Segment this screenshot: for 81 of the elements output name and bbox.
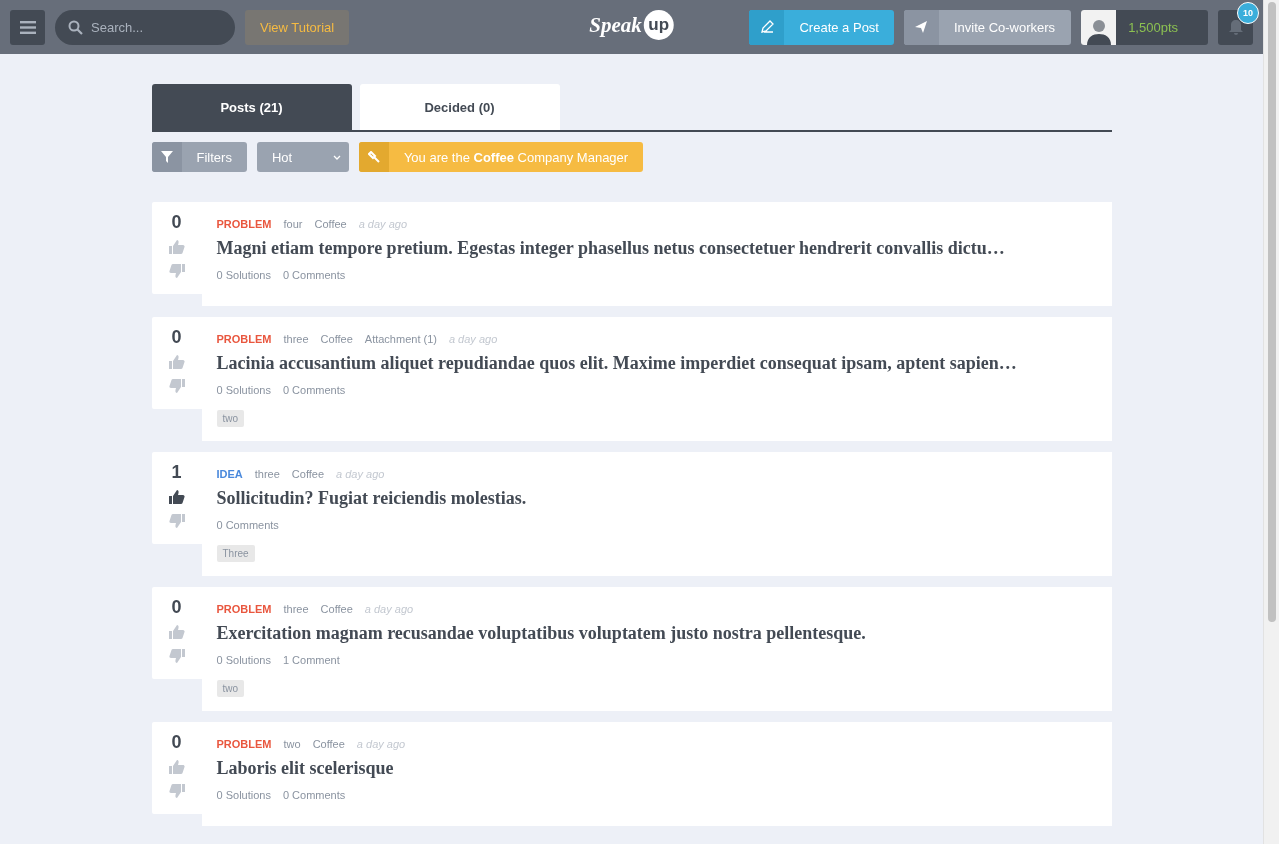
thumbs-up-icon bbox=[168, 759, 185, 775]
tab[interactable]: Decided (0) bbox=[359, 84, 560, 130]
post-meta-text: three bbox=[254, 468, 280, 480]
post-time: a day ago bbox=[356, 738, 406, 750]
post-type-label: PROBLEM bbox=[216, 603, 272, 615]
post-meta-text: Coffee bbox=[320, 333, 353, 345]
post-meta-text: Attachment (1) bbox=[364, 333, 437, 345]
post-meta-text: Coffee bbox=[314, 218, 347, 230]
post-type-label: PROBLEM bbox=[216, 738, 272, 750]
post-title[interactable]: Lacinia accusantium aliquet repudiandae quos elit. Maxime imperdiet consequat ipsam, aptent sapien… bbox=[216, 353, 1097, 374]
search-field[interactable]: Search... bbox=[55, 9, 235, 45]
post-title[interactable]: Sollicitudin? Fugiat reiciendis molestias. bbox=[216, 488, 1097, 509]
vote-count: 0 bbox=[171, 212, 182, 233]
post-stat-text: 0 Solutions bbox=[216, 654, 271, 666]
post-stat-text: 0 Comments bbox=[216, 519, 279, 531]
points-text: 1,500pts bbox=[1127, 18, 1179, 37]
vote-count: 0 bbox=[171, 597, 182, 618]
post-time: a day ago bbox=[336, 468, 385, 480]
thumbs-up-icon bbox=[168, 489, 185, 505]
thumbs-up-button[interactable] bbox=[168, 487, 185, 507]
post-type-label: PROBLEM bbox=[216, 218, 272, 230]
notification-badge: 10 bbox=[1237, 1, 1259, 24]
post-stat-text: 0 Comments bbox=[282, 789, 346, 801]
pencil-icon bbox=[760, 20, 774, 34]
thumbs-down-icon bbox=[168, 513, 185, 529]
post-stat-text: 0 Solutions bbox=[216, 269, 271, 281]
post-time: a day ago bbox=[364, 603, 414, 615]
post-meta-text: four bbox=[283, 218, 303, 230]
post-stat-text: 0 Comments bbox=[282, 269, 346, 281]
post-stat-text: 1 Comment bbox=[282, 654, 340, 666]
thumbs-down-icon bbox=[168, 783, 185, 799]
post-meta-text: Coffee bbox=[291, 468, 325, 480]
thumbs-up-icon bbox=[168, 624, 185, 640]
post-time: a day ago bbox=[448, 333, 498, 345]
vote-count: 0 bbox=[171, 327, 182, 348]
post-tag: Three bbox=[216, 545, 255, 562]
thumbs-down-button[interactable] bbox=[168, 261, 185, 281]
scrollbar[interactable] bbox=[1263, 0, 1279, 844]
thumbs-down-icon bbox=[168, 648, 185, 664]
menu-icon bbox=[19, 20, 36, 34]
paper-plane-icon bbox=[914, 20, 929, 34]
post-meta-text: two bbox=[283, 738, 301, 750]
funnel-icon bbox=[160, 151, 173, 163]
thumbs-up-icon bbox=[168, 239, 185, 255]
thumbs-up-button[interactable] bbox=[168, 352, 185, 372]
thumbs-down-icon bbox=[168, 263, 185, 279]
thumbs-up-button[interactable] bbox=[168, 757, 185, 777]
logo-bubble: up bbox=[643, 10, 674, 40]
vote-count: 1 bbox=[171, 462, 182, 483]
logo-text: Speak bbox=[589, 12, 642, 38]
post-type-label: PROBLEM bbox=[216, 333, 272, 345]
post-title[interactable]: Magni etiam tempore pretium. Egestas integer phasellus netus consectetuer hendrerit convallis dictu… bbox=[216, 238, 1097, 259]
search-icon bbox=[68, 19, 83, 35]
profile-button[interactable]: 1,500pts bbox=[1081, 9, 1208, 45]
menu-button[interactable] bbox=[10, 9, 45, 45]
thumbs-down-icon bbox=[168, 378, 185, 394]
thumbs-up-button[interactable] bbox=[168, 622, 185, 642]
vote-count: 0 bbox=[171, 732, 182, 753]
post-title[interactable]: Exercitation magnam recusandae voluptatibus voluptatem justo nostra pellentesque. bbox=[216, 623, 1097, 644]
post-tag: two bbox=[216, 680, 245, 697]
post-time: a day ago bbox=[358, 218, 407, 230]
post-stat-text: 0 Solutions bbox=[216, 384, 271, 396]
post-meta-text: three bbox=[283, 333, 309, 345]
post-meta-text: Coffee bbox=[320, 603, 353, 615]
gavel-icon bbox=[367, 151, 380, 163]
chevron-down-icon bbox=[332, 154, 341, 160]
thumbs-down-button[interactable] bbox=[168, 781, 185, 801]
thumbs-up-button[interactable] bbox=[168, 237, 185, 257]
post-type-label: IDEA bbox=[216, 468, 243, 480]
thumbs-down-button[interactable] bbox=[168, 646, 185, 666]
post-title[interactable]: Laboris elit scelerisque bbox=[216, 758, 1097, 779]
thumbs-down-button[interactable] bbox=[168, 376, 185, 396]
post-meta-text: three bbox=[283, 603, 309, 615]
tab[interactable]: Posts (21) bbox=[151, 84, 352, 130]
thumbs-up-icon bbox=[168, 354, 185, 370]
post-stat-text: 0 Solutions bbox=[216, 789, 271, 801]
thumbs-down-button[interactable] bbox=[168, 511, 185, 531]
post-tag: two bbox=[216, 410, 245, 427]
bell-icon bbox=[1227, 18, 1244, 36]
post-stat-text: 0 Comments bbox=[282, 384, 346, 396]
post-meta-text: Coffee bbox=[312, 738, 345, 750]
